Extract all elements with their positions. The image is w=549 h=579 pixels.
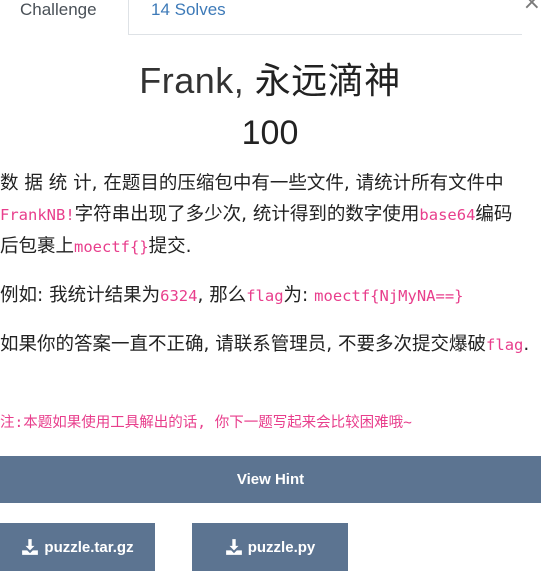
download-file-button[interactable]: puzzle.tar.gz [0, 523, 155, 571]
view-hint-button[interactable]: View Hint [0, 456, 541, 503]
inline-code: flag [486, 336, 524, 354]
inline-code: flag [246, 287, 284, 305]
desc-text: . [523, 334, 530, 355]
challenge-value: 100 [241, 114, 299, 152]
desc-text: , 那么 [197, 285, 247, 306]
download-file-button[interactable]: puzzle.py [192, 523, 348, 571]
challenge-note: 注:本题如果使用工具解出的话, 你下一题写起来会比较困难哦~ [0, 415, 412, 431]
tab-solves[interactable]: 14 Solves [151, 0, 226, 28]
file-label: puzzle.tar.gz [44, 538, 134, 556]
tab-bar: Challenge 14 Solves [0, 0, 522, 35]
desc-text: 数 据 统 计, 在题目的压缩包中有一些文件, 请统计所有文件中 [0, 173, 504, 194]
file-label: puzzle.py [247, 538, 316, 556]
challenge-description: 数 据 统 计, 在题目的压缩包中有一些文件, 请统计所有文件中 FrankNB!… [0, 168, 530, 378]
challenge-title-cjk: 永远滴神 [254, 61, 401, 102]
download-icon [22, 539, 39, 555]
download-icon [225, 539, 242, 555]
inline-code: moectf{} [74, 238, 149, 256]
challenge-title: Frank, 永远滴神 [0, 52, 540, 104]
tab-challenge[interactable]: Challenge [0, 0, 129, 35]
desc-text: 为: [283, 285, 315, 306]
close-icon[interactable]: × [523, 0, 541, 16]
inline-code: base64 [419, 206, 476, 224]
inline-code: 6324 [160, 287, 198, 305]
desc-text: 例如: 我统计结果为 [0, 285, 161, 306]
challenge-title-latin: Frank, [139, 60, 255, 101]
desc-text: 字符串出现了多少次, 统计得到的数字使用 [74, 204, 420, 225]
inline-code: moectf{NjMyNA==} [314, 287, 464, 305]
description-paragraph: 如果你的答案一直不正确, 请联系管理员, 不要多次提交爆破flag. [0, 329, 530, 361]
description-paragraph: 例如: 我统计结果为6324, 那么flag为: moectf{NjMyNA==… [0, 280, 530, 312]
inline-code: FrankNB! [0, 206, 75, 224]
challenge-modal: Challenge 14 Solves × Frank, 永远滴神 100 数 … [0, 0, 549, 579]
desc-text: 如果你的答案一直不正确, 请联系管理员, 不要多次提交爆破 [0, 334, 487, 355]
description-paragraph: 数 据 统 计, 在题目的压缩包中有一些文件, 请统计所有文件中 FrankNB!… [0, 168, 530, 263]
desc-text: 提交. [148, 236, 192, 257]
